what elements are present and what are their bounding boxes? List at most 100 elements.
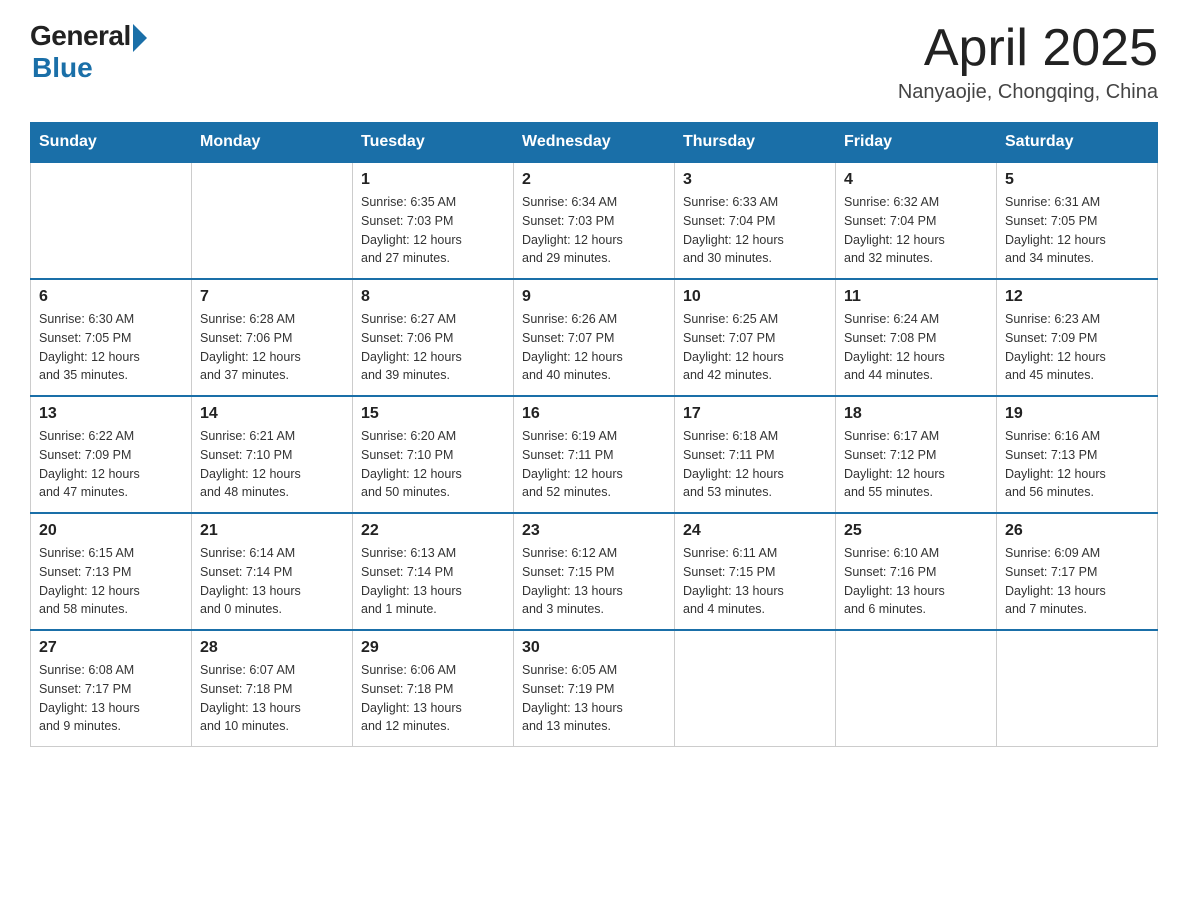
calendar-table: SundayMondayTuesdayWednesdayThursdayFrid… <box>30 122 1158 747</box>
day-info: Sunrise: 6:24 AM Sunset: 7:08 PM Dayligh… <box>844 310 988 385</box>
day-info: Sunrise: 6:18 AM Sunset: 7:11 PM Dayligh… <box>683 427 827 502</box>
logo-general-text: General <box>30 20 131 52</box>
day-number: 26 <box>1005 522 1149 540</box>
calendar-cell <box>31 162 192 279</box>
calendar-cell: 10 Sunrise: 6:25 AM Sunset: 7:07 PM Dayli… <box>675 279 836 396</box>
day-info: Sunrise: 6:20 AM Sunset: 7:10 PM Dayligh… <box>361 427 505 502</box>
day-number: 17 <box>683 405 827 423</box>
calendar-cell: 6 Sunrise: 6:30 AM Sunset: 7:05 PM Daylig… <box>31 279 192 396</box>
day-info: Sunrise: 6:23 AM Sunset: 7:09 PM Dayligh… <box>1005 310 1149 385</box>
column-header-tuesday: Tuesday <box>353 123 514 163</box>
day-number: 7 <box>200 288 344 306</box>
calendar-cell: 5 Sunrise: 6:31 AM Sunset: 7:05 PM Daylig… <box>997 162 1158 279</box>
day-info: Sunrise: 6:28 AM Sunset: 7:06 PM Dayligh… <box>200 310 344 385</box>
day-number: 8 <box>361 288 505 306</box>
day-number: 5 <box>1005 171 1149 189</box>
day-number: 18 <box>844 405 988 423</box>
day-number: 10 <box>683 288 827 306</box>
calendar-cell: 2Sunrise: 6:34 AM Sunset: 7:03 PM Daylig… <box>514 162 675 279</box>
calendar-cell: 3 Sunrise: 6:33 AM Sunset: 7:04 PM Daylig… <box>675 162 836 279</box>
day-number: 13 <box>39 405 183 423</box>
logo-arrow-icon <box>133 24 147 52</box>
day-number: 23 <box>522 522 666 540</box>
header-row: SundayMondayTuesdayWednesdayThursdayFrid… <box>31 123 1158 163</box>
week-row-4: 20 Sunrise: 6:15 AM Sunset: 7:13 PM Dayli… <box>31 513 1158 630</box>
calendar-cell: 22Sunrise: 6:13 AM Sunset: 7:14 PM Dayli… <box>353 513 514 630</box>
day-info: Sunrise: 6:35 AM Sunset: 7:03 PM Dayligh… <box>361 193 505 268</box>
calendar-cell: 9 Sunrise: 6:26 AM Sunset: 7:07 PM Daylig… <box>514 279 675 396</box>
calendar-cell: 16 Sunrise: 6:19 AM Sunset: 7:11 PM Dayli… <box>514 396 675 513</box>
day-info: Sunrise: 6:32 AM Sunset: 7:04 PM Dayligh… <box>844 193 988 268</box>
calendar-cell: 25Sunrise: 6:10 AM Sunset: 7:16 PM Dayli… <box>836 513 997 630</box>
column-header-thursday: Thursday <box>675 123 836 163</box>
day-number: 1 <box>361 171 505 189</box>
calendar-cell: 1 Sunrise: 6:35 AM Sunset: 7:03 PM Daylig… <box>353 162 514 279</box>
calendar-cell: 4 Sunrise: 6:32 AM Sunset: 7:04 PM Daylig… <box>836 162 997 279</box>
calendar-cell: 24 Sunrise: 6:11 AM Sunset: 7:15 PM Dayli… <box>675 513 836 630</box>
day-number: 12 <box>1005 288 1149 306</box>
day-number: 9 <box>522 288 666 306</box>
day-number: 4 <box>844 171 988 189</box>
day-info: Sunrise: 6:16 AM Sunset: 7:13 PM Dayligh… <box>1005 427 1149 502</box>
day-number: 6 <box>39 288 183 306</box>
title-block: April 2025 Nanyaojie, Chongqing, China <box>898 20 1158 104</box>
calendar-cell: 12 Sunrise: 6:23 AM Sunset: 7:09 PM Dayli… <box>997 279 1158 396</box>
logo-blue-text: Blue <box>32 52 93 84</box>
week-row-1: 1 Sunrise: 6:35 AM Sunset: 7:03 PM Daylig… <box>31 162 1158 279</box>
calendar-cell: 14 Sunrise: 6:21 AM Sunset: 7:10 PM Dayli… <box>192 396 353 513</box>
day-number: 15 <box>361 405 505 423</box>
calendar-cell: 18 Sunrise: 6:17 AM Sunset: 7:12 PM Dayli… <box>836 396 997 513</box>
day-info: Sunrise: 6:21 AM Sunset: 7:10 PM Dayligh… <box>200 427 344 502</box>
calendar-cell: 26 Sunrise: 6:09 AM Sunset: 7:17 PM Dayli… <box>997 513 1158 630</box>
day-info: Sunrise: 6:13 AM Sunset: 7:14 PM Dayligh… <box>361 544 505 619</box>
week-row-2: 6 Sunrise: 6:30 AM Sunset: 7:05 PM Daylig… <box>31 279 1158 396</box>
day-info: Sunrise: 6:07 AM Sunset: 7:18 PM Dayligh… <box>200 661 344 736</box>
day-number: 27 <box>39 639 183 657</box>
column-header-monday: Monday <box>192 123 353 163</box>
day-number: 30 <box>522 639 666 657</box>
day-info: Sunrise: 6:25 AM Sunset: 7:07 PM Dayligh… <box>683 310 827 385</box>
calendar-cell: 7 Sunrise: 6:28 AM Sunset: 7:06 PM Daylig… <box>192 279 353 396</box>
calendar-cell: 11 Sunrise: 6:24 AM Sunset: 7:08 PM Dayli… <box>836 279 997 396</box>
day-number: 24 <box>683 522 827 540</box>
day-info: Sunrise: 6:15 AM Sunset: 7:13 PM Dayligh… <box>39 544 183 619</box>
calendar-cell <box>192 162 353 279</box>
day-info: Sunrise: 6:30 AM Sunset: 7:05 PM Dayligh… <box>39 310 183 385</box>
day-number: 20 <box>39 522 183 540</box>
day-info: Sunrise: 6:31 AM Sunset: 7:05 PM Dayligh… <box>1005 193 1149 268</box>
calendar-cell: 23Sunrise: 6:12 AM Sunset: 7:15 PM Dayli… <box>514 513 675 630</box>
column-header-saturday: Saturday <box>997 123 1158 163</box>
day-info: Sunrise: 6:26 AM Sunset: 7:07 PM Dayligh… <box>522 310 666 385</box>
calendar-cell: 30 Sunrise: 6:05 AM Sunset: 7:19 PM Dayli… <box>514 630 675 747</box>
day-number: 11 <box>844 288 988 306</box>
day-info: Sunrise: 6:17 AM Sunset: 7:12 PM Dayligh… <box>844 427 988 502</box>
day-info: Sunrise: 6:05 AM Sunset: 7:19 PM Dayligh… <box>522 661 666 736</box>
calendar-cell: 29Sunrise: 6:06 AM Sunset: 7:18 PM Dayli… <box>353 630 514 747</box>
column-header-sunday: Sunday <box>31 123 192 163</box>
page-header: General Blue April 2025 Nanyaojie, Chong… <box>30 20 1158 104</box>
day-info: Sunrise: 6:33 AM Sunset: 7:04 PM Dayligh… <box>683 193 827 268</box>
day-number: 28 <box>200 639 344 657</box>
day-info: Sunrise: 6:06 AM Sunset: 7:18 PM Dayligh… <box>361 661 505 736</box>
calendar-cell: 15 Sunrise: 6:20 AM Sunset: 7:10 PM Dayli… <box>353 396 514 513</box>
week-row-5: 27 Sunrise: 6:08 AM Sunset: 7:17 PM Dayli… <box>31 630 1158 747</box>
day-number: 21 <box>200 522 344 540</box>
day-info: Sunrise: 6:11 AM Sunset: 7:15 PM Dayligh… <box>683 544 827 619</box>
day-info: Sunrise: 6:22 AM Sunset: 7:09 PM Dayligh… <box>39 427 183 502</box>
calendar-cell <box>836 630 997 747</box>
day-info: Sunrise: 6:09 AM Sunset: 7:17 PM Dayligh… <box>1005 544 1149 619</box>
calendar-cell: 21Sunrise: 6:14 AM Sunset: 7:14 PM Dayli… <box>192 513 353 630</box>
calendar-cell <box>997 630 1158 747</box>
day-number: 16 <box>522 405 666 423</box>
week-row-3: 13 Sunrise: 6:22 AM Sunset: 7:09 PM Dayli… <box>31 396 1158 513</box>
day-info: Sunrise: 6:08 AM Sunset: 7:17 PM Dayligh… <box>39 661 183 736</box>
calendar-cell: 17 Sunrise: 6:18 AM Sunset: 7:11 PM Dayli… <box>675 396 836 513</box>
calendar-cell: 19Sunrise: 6:16 AM Sunset: 7:13 PM Dayli… <box>997 396 1158 513</box>
day-number: 14 <box>200 405 344 423</box>
column-header-wednesday: Wednesday <box>514 123 675 163</box>
day-info: Sunrise: 6:27 AM Sunset: 7:06 PM Dayligh… <box>361 310 505 385</box>
calendar-cell: 8 Sunrise: 6:27 AM Sunset: 7:06 PM Daylig… <box>353 279 514 396</box>
day-info: Sunrise: 6:19 AM Sunset: 7:11 PM Dayligh… <box>522 427 666 502</box>
location-text: Nanyaojie, Chongqing, China <box>898 81 1158 104</box>
day-number: 3 <box>683 171 827 189</box>
